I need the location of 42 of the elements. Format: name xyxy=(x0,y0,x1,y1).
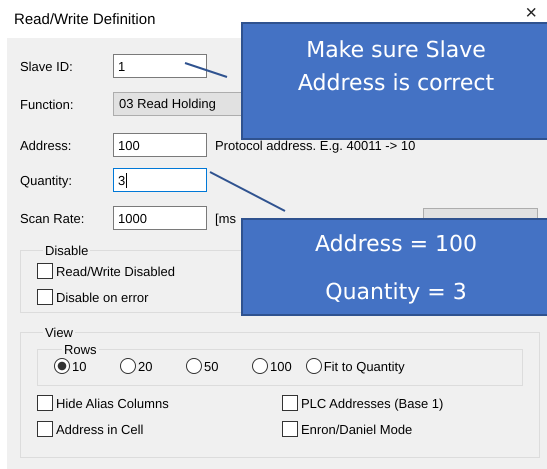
checkbox[interactable] xyxy=(37,289,53,305)
callout-text: Make sure Slave xyxy=(306,38,486,64)
checkbox[interactable] xyxy=(37,421,53,437)
checkbox-label: Disable on error xyxy=(56,290,148,304)
radio-button[interactable] xyxy=(54,358,70,374)
checkbox-label: Address in Cell xyxy=(56,422,144,436)
checkbox[interactable] xyxy=(37,395,53,411)
radio-label: 10 xyxy=(72,358,86,374)
radio-button[interactable] xyxy=(252,358,268,374)
radio-label: 20 xyxy=(138,358,152,374)
group-title: View xyxy=(44,325,74,340)
checkbox[interactable] xyxy=(282,421,298,437)
field-label: Address: xyxy=(20,138,72,152)
radio-label: 100 xyxy=(270,358,292,374)
radio-label: 50 xyxy=(204,358,218,374)
checkbox-label: Hide Alias Columns xyxy=(56,396,169,410)
radio-button[interactable] xyxy=(186,358,202,374)
field-label: Function: xyxy=(20,96,74,112)
input-field[interactable]: 100 xyxy=(113,133,207,157)
input-field[interactable]: 1000 xyxy=(113,206,207,230)
input-field[interactable]: 1 xyxy=(113,54,207,78)
checkbox-label: PLC Addresses (Base 1) xyxy=(301,396,444,410)
checkbox-label: Enron/Daniel Mode xyxy=(301,422,412,436)
input-field[interactable]: 3 xyxy=(113,168,207,192)
field-label: Scan Rate: xyxy=(20,210,86,226)
hint-text: Protocol address. E.g. 40011 -> 10 xyxy=(215,138,416,152)
hint-text: [ms xyxy=(215,210,236,226)
leader-line xyxy=(184,62,228,78)
field-label: Quantity: xyxy=(20,172,74,188)
radio-button[interactable] xyxy=(120,358,136,374)
checkbox[interactable] xyxy=(37,263,53,279)
field-label: Slave ID: xyxy=(20,58,74,74)
group-title: Rows xyxy=(63,342,98,357)
radio-label: Fit to Quantity xyxy=(324,358,405,374)
group-title: Disable xyxy=(44,243,90,258)
checkbox[interactable] xyxy=(282,395,298,411)
radio-button[interactable] xyxy=(306,358,322,374)
callout-text: Quantity = 3 xyxy=(325,280,467,306)
window-title: Read/Write Definition xyxy=(14,10,156,28)
close-button[interactable]: × xyxy=(525,5,537,21)
callout-text: Address = 100 xyxy=(314,232,478,258)
checkbox-label: Read/Write Disabled xyxy=(56,264,175,278)
